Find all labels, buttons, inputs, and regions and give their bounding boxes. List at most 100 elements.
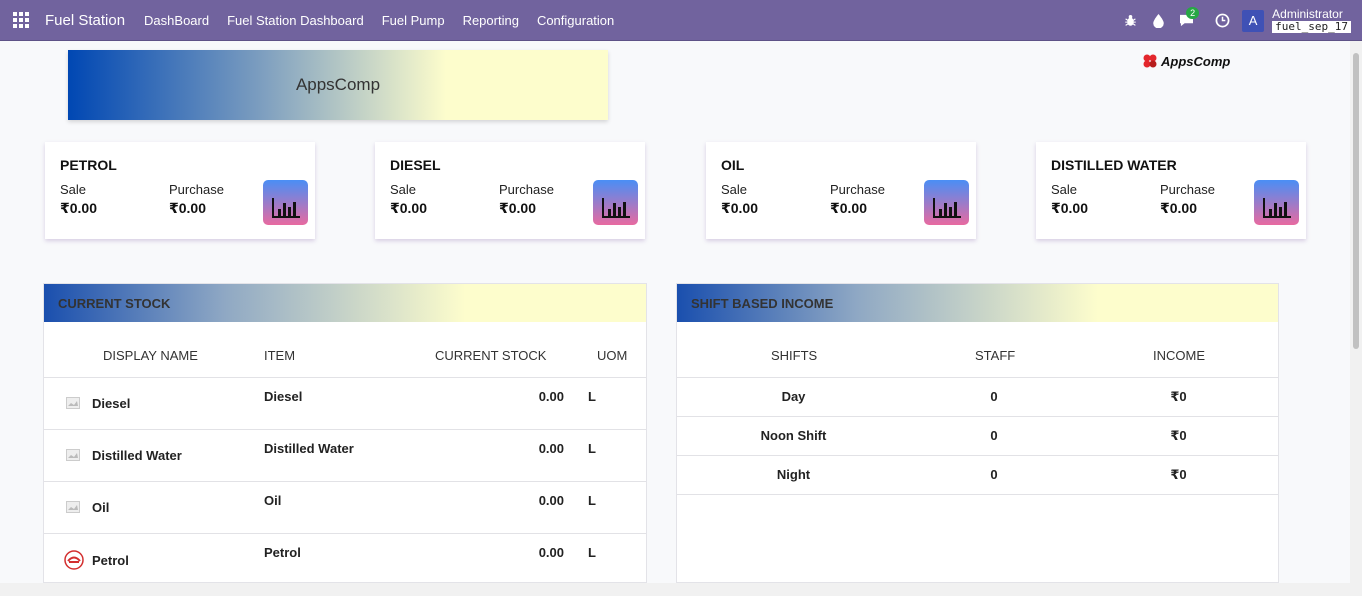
bar-chart-icon — [263, 180, 308, 225]
uom-cell: L — [588, 493, 596, 508]
divider — [44, 377, 646, 378]
uom-cell: L — [588, 545, 596, 560]
banner-title: AppsComp — [295, 75, 381, 94]
bar-chart-icon — [593, 180, 638, 225]
item-cell: Distilled Water — [264, 441, 354, 456]
user-name: Administrator — [1272, 7, 1343, 21]
column-header-uom[interactable]: UOM — [597, 348, 627, 363]
column-header-staff[interactable]: STAFF — [975, 348, 1015, 363]
bar-chart-icon — [1254, 180, 1299, 225]
apps-grid-icon[interactable] — [0, 0, 41, 41]
card-title: PETROL — [60, 157, 117, 173]
sale-value: ₹0.00 — [1051, 200, 1088, 216]
sale-label: Sale — [1051, 182, 1078, 197]
column-header-current-stock[interactable]: CURRENT STOCK — [435, 348, 546, 363]
database-name: fuel_sep_17 — [1272, 21, 1351, 33]
sale-label: Sale — [60, 182, 87, 197]
divider — [44, 533, 646, 534]
product-card-oil[interactable]: OIL Sale ₹0.00 Purchase ₹0.00 — [706, 142, 976, 239]
divider — [44, 429, 646, 430]
stock-cell: 0.00 — [538, 493, 564, 508]
logo-text: AppsComp — [1161, 53, 1231, 69]
systray: 2 A Administrator fuel_sep_17 — [1116, 0, 1362, 41]
income-cell: ₹0 — [1170, 467, 1187, 482]
purchase-label: Purchase — [830, 182, 885, 197]
column-header-shifts[interactable]: SHIFTS — [771, 348, 817, 363]
top-navbar: Fuel Station DashBoard Fuel Station Dash… — [0, 0, 1362, 41]
stock-cell: 0.00 — [538, 441, 564, 456]
bug-icon[interactable] — [1118, 9, 1142, 33]
app-name[interactable]: Fuel Station — [45, 12, 125, 29]
drop-icon[interactable] — [1146, 9, 1170, 33]
item-cell: Diesel — [264, 389, 303, 404]
shift-cell: Day — [781, 389, 806, 404]
product-card-petrol[interactable]: PETROL Sale ₹0.00 Purchase ₹0.00 — [45, 142, 315, 239]
divider — [677, 377, 1278, 378]
image-placeholder-icon — [64, 394, 82, 412]
purchase-value: ₹0.00 — [1160, 200, 1197, 216]
column-header-item[interactable]: ITEM — [264, 348, 295, 363]
chat-icon[interactable]: 2 — [1174, 6, 1200, 33]
column-header-display-name[interactable]: DISPLAY NAME — [103, 348, 198, 363]
staff-cell: 0 — [990, 467, 998, 482]
message-count-badge: 2 — [1186, 6, 1200, 19]
menu-item-reporting[interactable]: Reporting — [454, 0, 528, 41]
purchase-label: Purchase — [169, 182, 224, 197]
sale-label: Sale — [721, 182, 748, 197]
stock-cell: 0.00 — [538, 545, 564, 560]
product-card-diesel[interactable]: DIESEL Sale ₹0.00 Purchase ₹0.00 — [375, 142, 645, 239]
divider — [677, 494, 1278, 495]
panel-title: SHIFT BASED INCOME — [677, 284, 1278, 322]
logo-mark-icon — [1143, 54, 1157, 68]
product-card-distilled-water[interactable]: DISTILLED WATER Sale ₹0.00 Purchase ₹0.0… — [1036, 142, 1306, 239]
sale-value: ₹0.00 — [390, 200, 427, 216]
card-title: OIL — [721, 157, 745, 173]
shift-income-panel: SHIFT BASED INCOME SHIFTS STAFF INCOME D… — [676, 283, 1279, 583]
staff-cell: 0 — [990, 428, 998, 443]
clock-icon[interactable] — [1210, 9, 1234, 33]
user-menu[interactable]: Administrator fuel_sep_17 — [1272, 8, 1351, 33]
income-cell: ₹0 — [1170, 428, 1187, 443]
display-name-cell[interactable]: Diesel — [92, 396, 130, 411]
image-placeholder-icon — [64, 446, 82, 464]
vertical-scrollbar[interactable] — [1350, 41, 1362, 583]
user-avatar[interactable]: A — [1242, 9, 1265, 32]
display-name-cell[interactable]: Petrol — [92, 553, 129, 568]
bar-chart-icon — [924, 180, 969, 225]
company-logo: AppsComp — [1142, 53, 1230, 69]
horizontal-scrollbar[interactable] — [0, 583, 1362, 596]
sale-value: ₹0.00 — [60, 200, 97, 216]
menu-item-configuration[interactable]: Configuration — [528, 0, 623, 41]
uom-cell: L — [588, 441, 596, 456]
purchase-label: Purchase — [1160, 182, 1215, 197]
card-title: DIESEL — [390, 157, 441, 173]
sale-label: Sale — [390, 182, 417, 197]
display-name-cell[interactable]: Distilled Water — [92, 448, 182, 463]
shift-cell: Noon Shift — [760, 428, 827, 443]
sale-value: ₹0.00 — [721, 200, 758, 216]
purchase-value: ₹0.00 — [169, 200, 206, 216]
display-name-cell[interactable]: Oil — [92, 500, 109, 515]
shift-cell: Night — [776, 467, 811, 482]
divider — [677, 416, 1278, 417]
stock-cell: 0.00 — [538, 389, 564, 404]
menu-item-dashboard[interactable]: DashBoard — [135, 0, 218, 41]
purchase-value: ₹0.00 — [830, 200, 867, 216]
menu-item-fuel-pump[interactable]: Fuel Pump — [373, 0, 454, 41]
uom-cell: L — [588, 389, 596, 404]
company-banner: AppsComp — [68, 50, 608, 120]
current-stock-panel: CURRENT STOCK DISPLAY NAME ITEM CURRENT … — [43, 283, 647, 583]
purchase-label: Purchase — [499, 182, 554, 197]
staff-cell: 0 — [990, 389, 998, 404]
purchase-value: ₹0.00 — [499, 200, 536, 216]
card-title: DISTILLED WATER — [1051, 157, 1177, 173]
divider — [677, 455, 1278, 456]
main-menu: DashBoard Fuel Station Dashboard Fuel Pu… — [135, 0, 623, 41]
item-cell: Oil — [264, 493, 282, 508]
image-placeholder-icon — [64, 498, 82, 516]
income-cell: ₹0 — [1170, 389, 1187, 404]
menu-item-fuel-station-dashboard[interactable]: Fuel Station Dashboard — [218, 0, 373, 41]
column-header-income[interactable]: INCOME — [1153, 348, 1205, 363]
panel-title: CURRENT STOCK — [44, 284, 646, 322]
scrollbar-thumb[interactable] — [1353, 53, 1359, 349]
